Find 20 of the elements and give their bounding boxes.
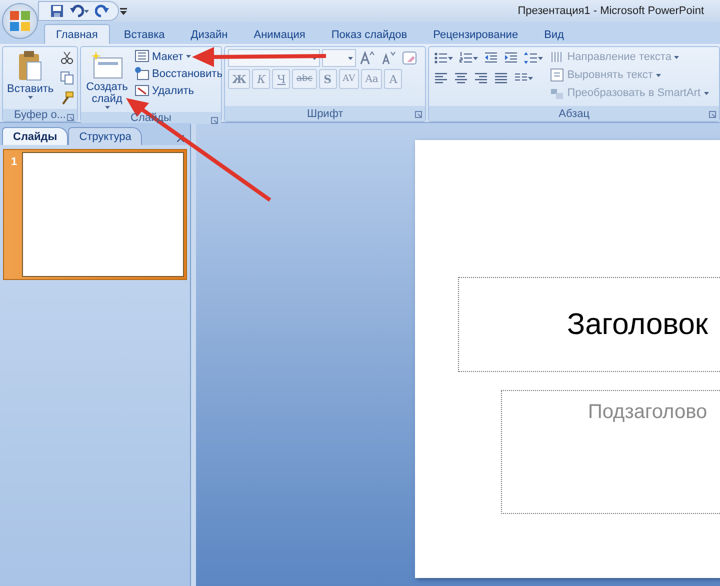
new-slide-button[interactable]: Создать слайд <box>84 49 130 110</box>
title-placeholder[interactable]: Заголовок <box>458 277 720 372</box>
group-label: Буфер о... <box>14 109 66 121</box>
pane-tab[interactable]: Слайды <box>2 127 68 145</box>
paste-button[interactable]: Вставить <box>6 49 55 107</box>
subtitle-placeholder[interactable]: Подзаголово <box>501 390 720 514</box>
ribbon-tab[interactable]: Вставка <box>112 24 177 44</box>
ribbon-tab[interactable]: Анимация <box>242 24 318 44</box>
pane-tab[interactable]: Структура <box>68 127 142 145</box>
ribbon-tab[interactable]: Дизайн <box>178 24 240 44</box>
ribbon-tab[interactable]: Рецензирование <box>421 24 530 44</box>
ribbon-tab[interactable]: Вид <box>532 24 576 44</box>
ribbon-tab[interactable]: Главная <box>44 24 110 44</box>
reset-button[interactable]: Восстановить <box>133 66 224 81</box>
window-title: Презентация1 - Microsoft PowerPoint <box>518 5 704 17</box>
group-label: Абзац <box>558 108 590 120</box>
slide-number: 1 <box>10 155 18 170</box>
ribbon-tab[interactable]: Показ слайдов <box>319 24 420 44</box>
delete-slide-button[interactable]: Удалить <box>133 83 224 98</box>
group-label: Шрифт <box>306 108 344 120</box>
